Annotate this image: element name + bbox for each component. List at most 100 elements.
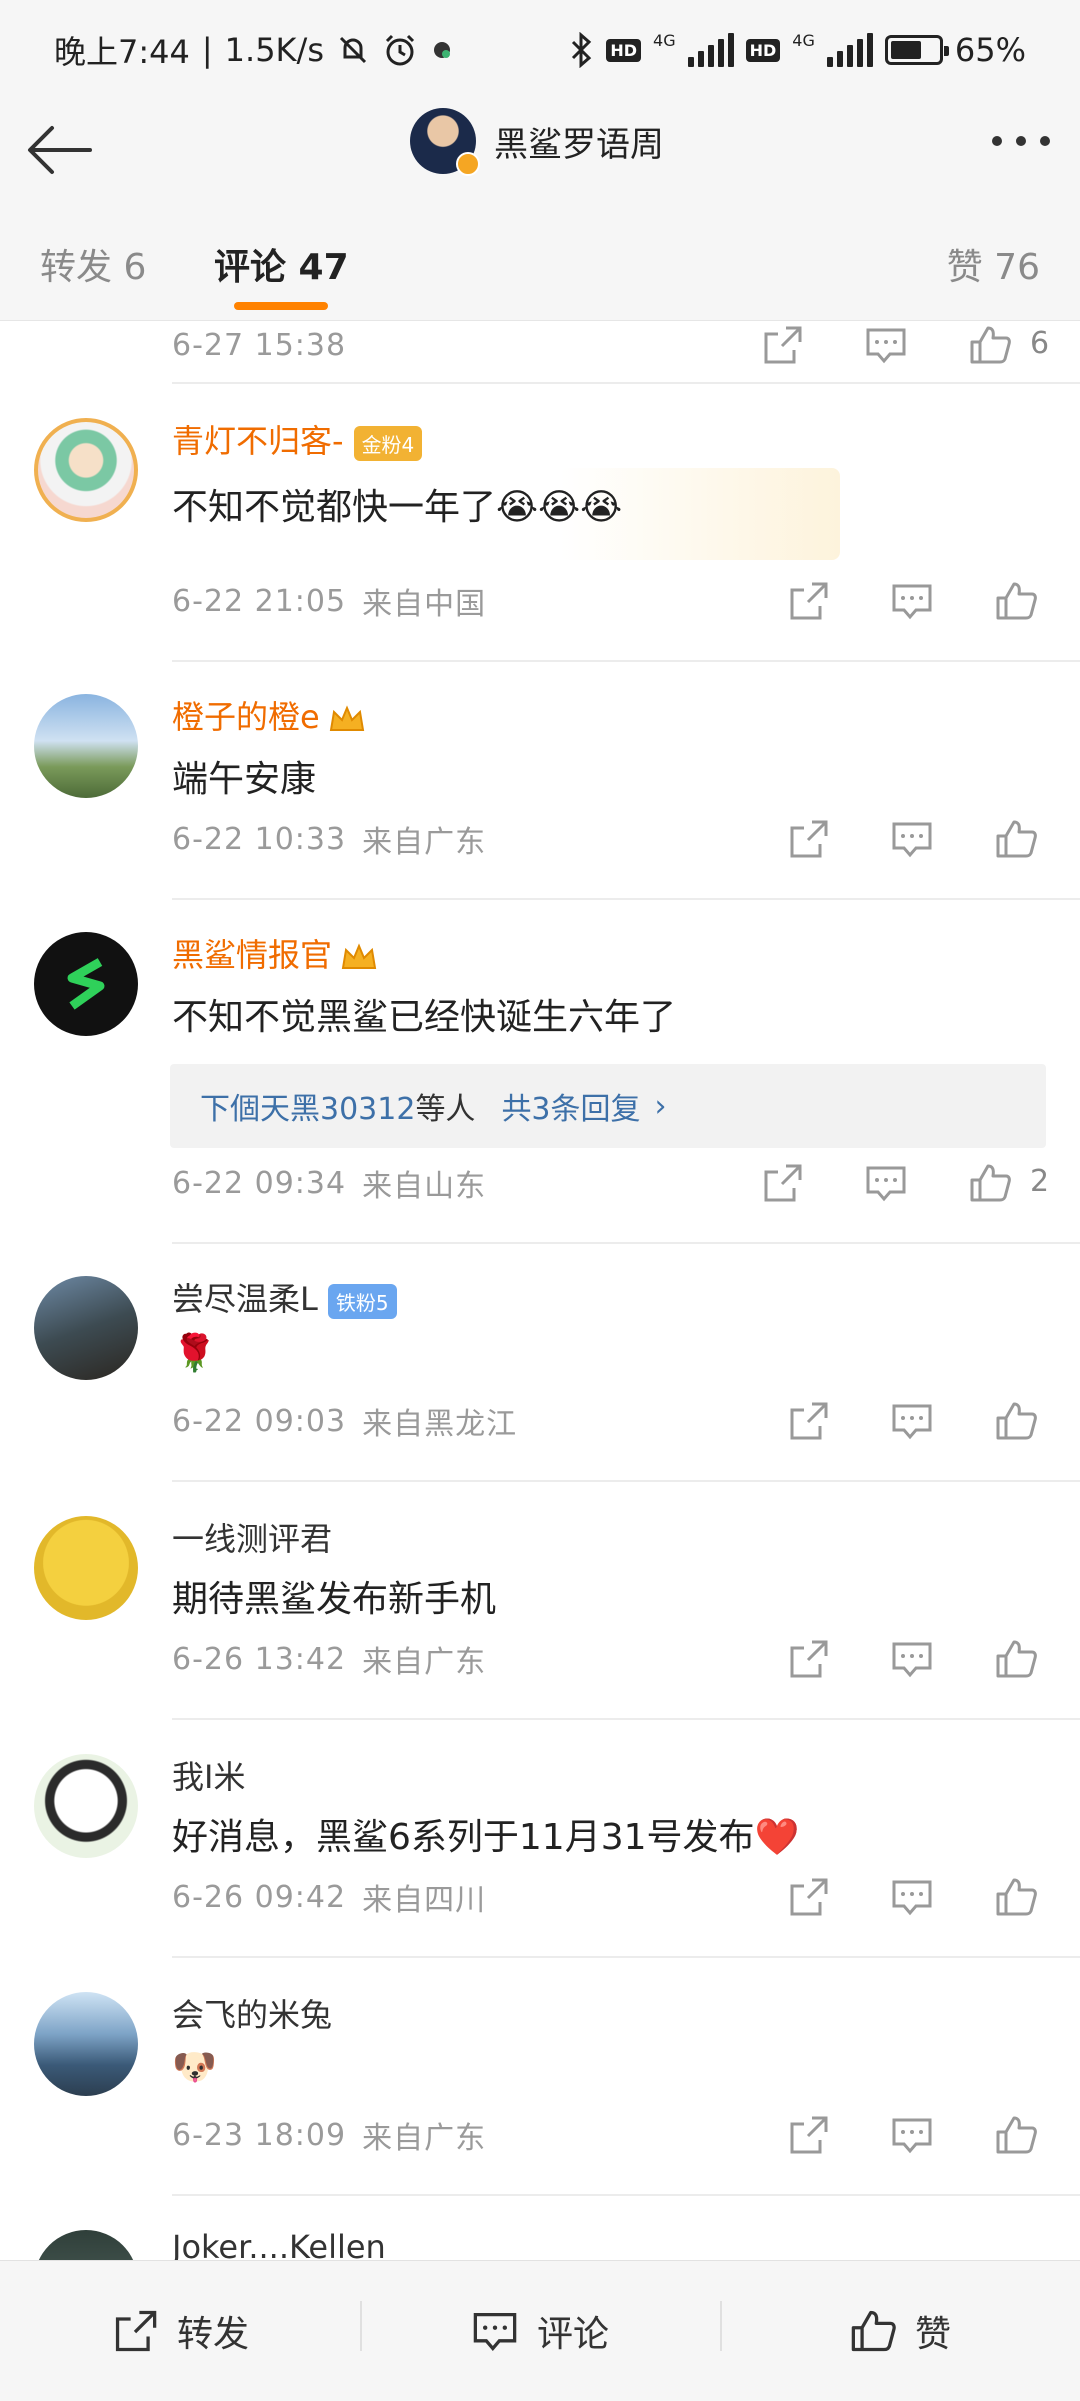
repost-icon[interactable] [760,1162,804,1204]
avatar[interactable] [34,418,138,522]
like-icon[interactable] [994,818,1038,860]
repost-icon[interactable] [786,2114,830,2156]
comment-text: 🐶 [172,2047,217,2088]
username[interactable]: 橙子的橙e [172,698,320,736]
username[interactable]: 一线测评君 [172,1520,332,1558]
reply-preview[interactable]: 下個天黑30312 等人 共3条回复 › [170,1064,1046,1148]
repost-button[interactable]: 转发 [0,2261,360,2401]
tab-comments[interactable]: 评论 47 [214,238,349,290]
avatar[interactable] [34,1516,138,1620]
more-options-icon[interactable] [992,136,1050,146]
comment-icon[interactable] [890,1638,934,1680]
like-button[interactable]: 赞 [720,2261,1080,2401]
repost-icon[interactable] [786,1400,830,1442]
comment-author[interactable]: 会飞的米兔 [172,1990,332,2036]
comment-time: 6-22 10:33 [172,821,347,857]
comment-icon[interactable] [864,1162,908,1204]
repost-icon[interactable] [760,324,804,366]
comment-location: 来自四川 [362,1883,487,1918]
comment-time: 6-22 21:05 [172,583,347,619]
comment-icon[interactable] [890,1876,934,1918]
comment-location: 来自广东 [362,1645,487,1680]
comment-icon[interactable] [890,580,934,622]
tab-likes[interactable]: 赞 76 [947,238,1040,290]
avatar[interactable] [34,694,138,798]
fan-badge[interactable]: 铁粉5 [327,1283,397,1319]
crown-icon [341,943,377,969]
repost-icon[interactable] [786,818,830,860]
like-icon [851,2310,896,2352]
username[interactable]: 黑鲨情报官 [172,936,332,974]
repost-icon[interactable] [786,1638,830,1680]
crown-icon [329,705,364,731]
avatar[interactable] [34,1992,138,2096]
comment-text: 不知不觉都快一年了😭😭😭 [172,487,623,528]
verified-badge-icon [456,152,480,176]
divider [172,1242,1080,1244]
comment-author[interactable]: 黑鲨情报官 [172,930,378,976]
like-icon[interactable] [994,1876,1038,1918]
comment-text: 不知不觉黑鲨已经快诞生六年了 [172,997,677,1038]
avatar[interactable] [34,932,138,1036]
like-icon[interactable] [994,1400,1038,1442]
separator: | [201,31,213,69]
comment-meta: 6-23 18:09 来自广东 [172,2110,1052,2160]
fan-badge[interactable]: 金粉4 [353,425,423,461]
repost-icon[interactable] [786,580,830,622]
like-icon[interactable] [994,580,1038,622]
comment-text: 期待黑鲨发布新手机 [172,1579,497,1620]
repost-icon[interactable] [786,1876,830,1918]
comment-button[interactable]: 评论 [360,2261,720,2401]
divider [172,1718,1080,1720]
like-icon[interactable] [994,2114,1038,2156]
reply-total-link[interactable]: 共3条回复 [501,1084,640,1128]
username[interactable]: 尝尽温柔L [172,1280,318,1318]
reply-others: 等人 [415,1092,476,1127]
repost-label: 转发 [176,2314,249,2355]
comment-location: 来自山东 [362,1169,487,1204]
avatar[interactable] [34,2230,138,2260]
battery-icon [884,35,949,65]
username[interactable]: Joker....Kellen [172,2228,386,2260]
comment-time: 6-27 15:38 [172,327,347,363]
like-count: 2 [1030,1164,1050,1199]
comment-label: 评论 [536,2314,609,2355]
comment-author[interactable]: 橙子的橙e [172,692,366,738]
comment-author[interactable]: 青灯不归客- 金粉4 [172,416,423,462]
avatar[interactable] [34,1754,138,1858]
like-count: 6 [1030,326,1050,361]
comment-meta: 6-26 13:42 来自广东 [172,1634,1052,1684]
comment-icon[interactable] [864,324,908,366]
comment-author[interactable]: 我I米 [172,1752,245,1798]
nav-user[interactable]: 黑鲨罗语周 [410,108,664,176]
status-bar: 晚上7:44 | 1.5K/s HD 4G HD 4G 65% [0,0,1080,100]
bluetooth-icon [572,32,592,68]
comment-text: 好消息，黑鲨6系列于11月31号发布❤️ [172,1817,800,1858]
hd-badge: HD [606,38,642,62]
comment-author[interactable]: 一线测评君 [172,1514,332,1560]
bottom-action-bar: 转发 评论 赞 [0,2260,1080,2401]
username[interactable]: 青灯不归客- [172,422,344,460]
chevron-right-icon[interactable]: › [655,1089,667,1124]
username[interactable]: 我I米 [172,1758,245,1796]
comment-time: 6-23 18:09 [172,2117,347,2153]
comment-author[interactable]: Joker....Kellen [172,2228,386,2260]
tab-repost[interactable]: 转发 6 [40,238,146,290]
back-arrow-icon[interactable] [24,120,96,180]
avatar[interactable] [410,108,480,176]
avatar[interactable] [34,1276,138,1380]
divider [172,898,1080,900]
page-title[interactable]: 黑鲨罗语周 [494,117,664,166]
username[interactable]: 会飞的米兔 [172,1996,332,2034]
like-icon[interactable] [968,324,1012,366]
comment-icon[interactable] [890,2114,934,2156]
blackshark-logo-icon [67,958,105,1010]
like-icon[interactable] [968,1162,1012,1204]
like-icon[interactable] [994,1638,1038,1680]
divider [172,660,1080,662]
reply-user-link[interactable]: 下個天黑30312 [200,1084,415,1128]
comment-icon[interactable] [890,1400,934,1442]
comment-author[interactable]: 尝尽温柔L 铁粉5 [172,1274,397,1320]
comment-icon[interactable] [890,818,934,860]
tabs: 转发 6 评论 47 赞 76 [0,200,1080,321]
